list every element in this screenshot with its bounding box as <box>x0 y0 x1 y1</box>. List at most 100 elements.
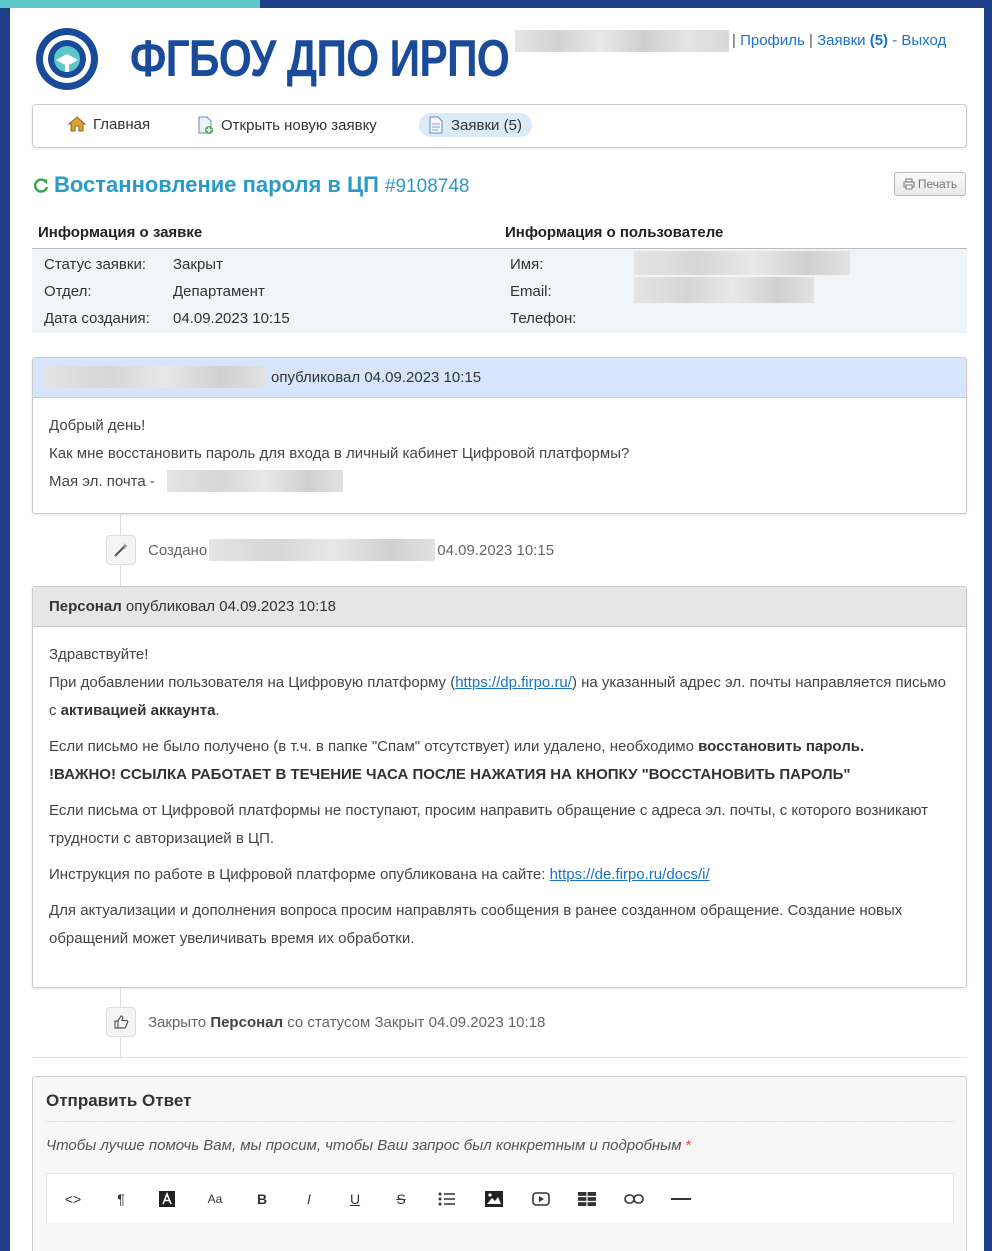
print-label: Печать <box>917 177 958 191</box>
email-redacted <box>634 277 814 303</box>
docs-link[interactable]: https://de.firpo.ru/docs/i/ <box>550 866 710 883</box>
bold-button[interactable]: B <box>250 1187 274 1211</box>
nav-new-ticket[interactable]: Открыть новую заявку <box>195 115 377 135</box>
new-document-icon <box>198 116 213 134</box>
event-created: Создано 04.09.2023 10:15 <box>106 535 554 565</box>
link-dash: - <box>892 32 898 49</box>
user-name-redacted <box>515 30 729 52</box>
message-user-line: Добрый день! <box>49 417 146 434</box>
ticket-number: #9108748 <box>384 176 470 197</box>
nav-tickets[interactable]: Заявки (5) <box>419 113 532 137</box>
creator-redacted <box>209 539 436 561</box>
text-color-button[interactable] <box>155 1187 179 1211</box>
event-created-label: Создано <box>148 541 208 559</box>
link-icon <box>624 1194 644 1204</box>
list-icon <box>438 1192 455 1206</box>
refresh-icon[interactable] <box>32 176 50 194</box>
paragraph-button[interactable]: ¶ <box>109 1187 133 1211</box>
nav-home[interactable]: Главная <box>67 115 150 133</box>
message-user-posted: опубликовал 04.09.2023 10:15 <box>271 369 482 386</box>
home-icon <box>67 116 87 132</box>
tickets-link-label: Заявки <box>817 32 866 49</box>
text-span: Закрыто <box>148 1013 207 1031</box>
status-label: Статус заявки: <box>44 256 147 273</box>
message-staff-author: Персонал <box>49 598 122 615</box>
link-separator: | <box>732 32 736 49</box>
strikethrough-button[interactable]: S <box>389 1187 413 1211</box>
video-icon <box>532 1192 550 1206</box>
divider <box>32 1057 967 1058</box>
ticket-title: Востанновление пароля в ЦП <box>54 172 379 197</box>
email-redacted <box>167 470 343 492</box>
reply-hint-text: Чтобы лучше помочь Вам, мы просим, чтобы… <box>46 1137 682 1154</box>
name-label: Имя: <box>510 256 544 273</box>
warning-text: !ВАЖНО! ССЫЛКА РАБОТАЕТ В ТЕЧЕНИЕ ЧАСА П… <box>49 766 851 783</box>
message-staff-paragraph: Если письмо не было получено (в т.ч. в п… <box>49 733 950 789</box>
text-bold: активацией аккаунта <box>60 702 216 719</box>
editor-toolbar: <> ¶ Aa B I U S <box>46 1173 954 1223</box>
dp-firpo-link[interactable]: https://dp.firpo.ru/ <box>455 674 572 691</box>
horizontal-rule-button[interactable] <box>669 1187 693 1211</box>
author-redacted <box>43 366 265 388</box>
header: ФГБОУ ДПО ИРПО | Профиль | Заявки (5) - … <box>10 8 984 104</box>
required-marker: * <box>685 1137 692 1154</box>
insert-video-button[interactable] <box>529 1187 553 1211</box>
user-info-heading: Информация о пользователе <box>505 224 724 241</box>
event-closed-text: Закрыто Персонал со статусом Закрыт 04.0… <box>148 1014 545 1031</box>
text-span: При добавлении пользователя на Цифровую … <box>49 674 456 691</box>
message-staff: Персонал опубликовал 04.09.2023 10:18 Зд… <box>32 586 967 988</box>
text-span: со статусом Закрыт 04.09.2023 10:18 <box>287 1013 546 1031</box>
list-button[interactable] <box>435 1187 459 1211</box>
ticket-title-row: Востанновление пароля в ЦП #9108748 <box>32 172 469 198</box>
print-button[interactable]: Печать <box>894 172 966 196</box>
profile-link[interactable]: Профиль <box>740 32 805 49</box>
image-icon <box>485 1191 503 1207</box>
message-staff-paragraph: Для актуализации и дополнения вопроса пр… <box>49 902 903 947</box>
insert-link-button[interactable] <box>622 1187 646 1211</box>
main-nav: Главная Открыть новую заявку Заявки (5) <box>32 104 967 148</box>
nav-new-ticket-label: Открыть новую заявку <box>221 116 377 134</box>
message-staff-header: Персонал опубликовал 04.09.2023 10:18 <box>33 587 966 627</box>
info-table: Статус заявки: Закрыт Отдел: Департамент… <box>32 249 967 333</box>
message-user-line: Как мне восстановить пароль для входа в … <box>49 445 630 462</box>
code-view-button[interactable]: <> <box>61 1187 85 1211</box>
message-user: опубликовал 04.09.2023 10:15 Добрый день… <box>32 357 967 514</box>
message-staff-paragraph: Если письма от Цифровой платформы не пос… <box>49 802 929 847</box>
font-size-button[interactable]: Aa <box>203 1187 227 1211</box>
status-value: Закрыт <box>173 256 223 273</box>
message-user-header: опубликовал 04.09.2023 10:15 <box>33 358 966 398</box>
message-user-email-line: Мая эл. почта - <box>49 468 950 496</box>
message-user-line: Мая эл. почта - <box>49 473 155 490</box>
printer-icon <box>903 178 915 190</box>
text-color-icon <box>159 1191 175 1207</box>
reply-hint: Чтобы лучше помочь Вам, мы просим, чтобы… <box>46 1137 692 1154</box>
insert-table-button[interactable] <box>575 1187 599 1211</box>
reply-title: Отправить Ответ <box>46 1091 192 1110</box>
document-icon <box>429 116 443 134</box>
logo[interactable]: ФГБОУ ДПО ИРПО <box>34 26 592 92</box>
insert-image-button[interactable] <box>482 1187 506 1211</box>
italic-button[interactable]: I <box>297 1187 321 1211</box>
message-staff-posted: опубликовал 04.09.2023 10:18 <box>125 598 337 615</box>
magic-wand-icon <box>106 535 136 565</box>
logo-text: ФГБОУ ДПО ИРПО <box>130 30 510 88</box>
text-span: Инструкция по работе в Цифровой платформ… <box>49 866 550 883</box>
text-span: Если письмо не было получено (в т.ч. в п… <box>49 738 699 755</box>
reply-divider <box>46 1121 954 1122</box>
phone-label: Телефон: <box>510 310 577 327</box>
link-separator: | <box>809 32 813 49</box>
horizontal-rule-icon <box>671 1198 691 1200</box>
tickets-link[interactable]: Заявки (5) <box>817 32 888 49</box>
corner-accent <box>0 0 260 8</box>
text-bold: восстановить пароль. <box>698 738 865 755</box>
event-closed-author: Персонал <box>210 1013 284 1031</box>
dept-value: Департамент <box>173 283 265 300</box>
top-links: | Профиль | Заявки (5) - Выход <box>732 32 946 49</box>
underline-button[interactable]: U <box>343 1187 367 1211</box>
logout-link[interactable]: Выход <box>901 32 946 49</box>
event-closed: Закрыто Персонал со статусом Закрыт 04.0… <box>106 1007 545 1037</box>
text-span: . <box>215 702 220 719</box>
nav-home-label: Главная <box>93 115 151 133</box>
email-label: Email: <box>510 283 552 300</box>
event-created-time: 04.09.2023 10:15 <box>437 541 555 559</box>
